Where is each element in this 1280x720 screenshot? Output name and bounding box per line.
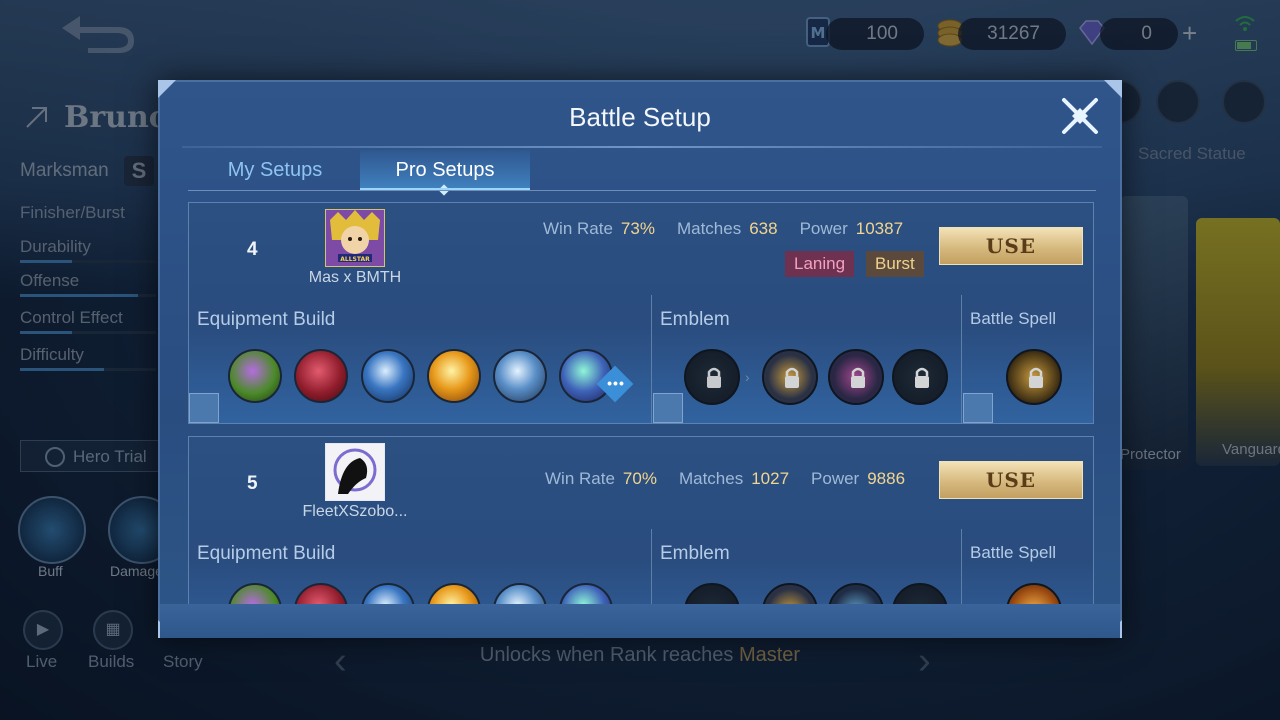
more-dots-icon: ••• <box>607 375 625 391</box>
pro-setups-list[interactable]: 4 ALLSTAR Mas x BMTH Win Rate 73% Matches 6… <box>188 202 1096 604</box>
use-setup-button[interactable]: USE <box>939 227 1083 265</box>
emblem-icon[interactable] <box>762 583 818 604</box>
player-name: Mas x BMTH <box>308 269 402 286</box>
section-divider <box>651 529 652 604</box>
equipment-build-label: Equipment Build <box>197 309 336 330</box>
battle-spell-label: Battle Spell <box>970 543 1056 562</box>
power-value: 9886 <box>867 469 906 488</box>
golden-spear-icon[interactable] <box>427 583 481 604</box>
corner-ornament-icon <box>158 80 176 98</box>
emblem-icon[interactable] <box>892 583 948 604</box>
matches-value: 1027 <box>751 469 790 488</box>
setup-rank: 4 <box>247 239 258 260</box>
tag-burst: Burst <box>866 251 924 277</box>
crescent-blade-icon[interactable] <box>361 349 415 403</box>
section-divider <box>651 295 652 423</box>
tabs-divider <box>188 190 1096 191</box>
power-label: Power <box>811 469 860 488</box>
player-name: FleetXSzobo... <box>302 503 408 520</box>
battle-setup-dialog: Battle Setup My Setups Pro Setups 4 ALLS… <box>158 80 1122 638</box>
svg-text:ALLSTAR: ALLSTAR <box>340 256 370 263</box>
matches-label: Matches <box>678 469 744 488</box>
emblem-icon[interactable] <box>828 583 884 604</box>
win-rate-label: Win Rate <box>543 219 613 238</box>
corner-ornament-icon <box>1104 80 1122 98</box>
player-avatar[interactable]: ALLSTAR <box>325 209 385 267</box>
copy-spell-icon[interactable] <box>963 393 993 423</box>
section-divider <box>961 295 962 423</box>
player-avatar[interactable] <box>325 443 385 501</box>
title-divider <box>182 146 1102 148</box>
emblem-locked-icon[interactable] <box>684 349 740 405</box>
emblem-locked-icon[interactable] <box>762 349 818 405</box>
close-icon[interactable] <box>1058 94 1102 138</box>
claw-icon[interactable] <box>294 349 348 403</box>
emblem-locked-icon[interactable] <box>828 349 884 405</box>
section-divider <box>961 529 962 604</box>
tag-laning: Laning <box>785 251 855 277</box>
dialog-footer <box>160 604 1120 638</box>
emblem-icon[interactable] <box>684 583 740 604</box>
setup-rank: 5 <box>247 473 258 494</box>
emblem-locked-icon[interactable] <box>892 349 948 405</box>
bow-icon[interactable] <box>493 349 547 403</box>
win-rate-value: 73% <box>620 219 655 238</box>
matches-value: 638 <box>749 219 778 238</box>
setup-row: 4 ALLSTAR Mas x BMTH Win Rate 73% Matches 6… <box>188 202 1094 424</box>
power-value: 10387 <box>855 219 904 238</box>
tab-my-setups[interactable]: My Setups <box>190 150 360 190</box>
claw-icon[interactable] <box>294 583 348 604</box>
matches-label: Matches <box>676 219 742 238</box>
emblem-label: Emblem <box>660 309 730 330</box>
golden-spear-icon[interactable] <box>427 349 481 403</box>
chevron-right-icon: › <box>745 369 750 385</box>
win-rate-value: 70% <box>622 469 657 488</box>
use-setup-button[interactable]: USE <box>939 461 1083 499</box>
dialog-title: Battle Setup <box>569 102 711 132</box>
copy-emblem-icon[interactable] <box>653 393 683 423</box>
trident-icon[interactable] <box>559 583 613 604</box>
battle-spell-label: Battle Spell <box>970 309 1056 328</box>
setup-stats: Win Rate 73% Matches 638 Power 10387 <box>543 219 903 239</box>
spell-icon[interactable] <box>1006 583 1062 604</box>
crescent-blade-icon[interactable] <box>361 583 415 604</box>
power-label: Power <box>799 219 848 238</box>
tab-label: Pro Setups <box>395 159 495 181</box>
boots-icon[interactable] <box>228 583 282 604</box>
emblem-label: Emblem <box>660 543 730 564</box>
win-rate-label: Win Rate <box>545 469 615 488</box>
copy-equipment-icon[interactable] <box>189 393 219 423</box>
setup-stats: Win Rate 70% Matches 1027 Power 9886 <box>545 469 905 489</box>
equipment-build-label: Equipment Build <box>197 543 336 564</box>
boots-icon[interactable] <box>228 349 282 403</box>
setup-row: 5 FleetXSzobo... Win Rate 70% Matches 1027 P… <box>188 436 1094 604</box>
bow-icon[interactable] <box>493 583 547 604</box>
tab-pro-setups[interactable]: Pro Setups <box>360 150 530 196</box>
spell-locked-icon[interactable] <box>1006 349 1062 405</box>
